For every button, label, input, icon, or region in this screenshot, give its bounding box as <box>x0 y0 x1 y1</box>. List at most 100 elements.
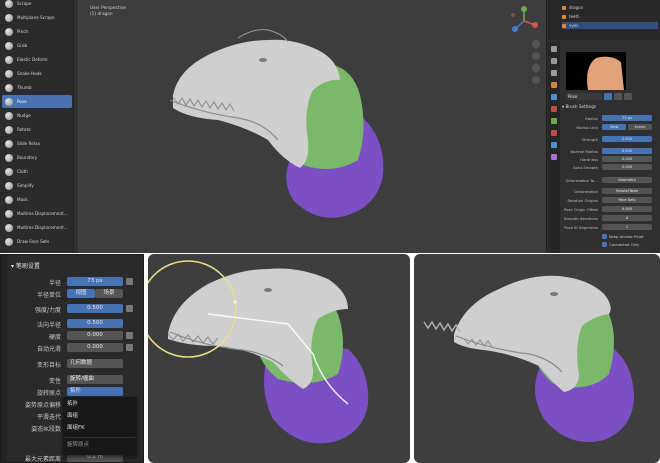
modifier-tab-icon[interactable] <box>551 94 557 100</box>
outliner-row[interactable]: teeth <box>562 13 658 20</box>
deformation-select[interactable]: 旋转/缠曲 <box>67 375 123 384</box>
menu-item-face-sets[interactable]: 面组 <box>63 411 133 422</box>
double-arrow-icon[interactable] <box>126 332 133 339</box>
prop-label: Deformation <box>574 189 598 194</box>
viewport-pose-result[interactable] <box>414 254 660 463</box>
section-header[interactable]: ▾ 笔刷设置 <box>11 261 40 270</box>
smooth-iterations-field[interactable]: 4 <box>602 215 652 221</box>
brush-item-nudge[interactable]: Nudge <box>2 109 72 122</box>
pose-origin-offset-field[interactable]: 0.000 <box>602 206 652 212</box>
pose-ik-segments-field[interactable]: 1 <box>602 224 652 230</box>
brush-item-slide-relax[interactable]: Slide Relax <box>2 137 72 150</box>
fake-user-icon[interactable] <box>604 93 612 100</box>
brush-name-field[interactable]: Pose <box>566 93 602 100</box>
menu-item-topology[interactable]: 拓扑 <box>63 399 133 410</box>
menu-item-face-sets-fk[interactable]: 面组FK <box>63 423 133 434</box>
view-toggle[interactable]: 视图 <box>67 289 95 298</box>
brush-item-boundary[interactable]: Boundary <box>2 151 72 164</box>
row-radius: 半径 73 px <box>5 277 141 287</box>
deformation-select[interactable]: Rotate/Twist <box>602 188 652 194</box>
viewport-pose-brush[interactable] <box>148 254 410 463</box>
brush-icon <box>5 27 13 36</box>
tool-tab-icon[interactable] <box>551 46 557 52</box>
scene-toggle[interactable]: Scene <box>628 124 652 130</box>
object-icon <box>562 5 566 10</box>
brush-tool-list: Scrape Multiplane Scrape Pinch Grab Elas… <box>0 0 74 253</box>
material-tab-icon[interactable] <box>551 130 557 136</box>
physics-tab-icon[interactable] <box>551 106 557 112</box>
normal-radius-field[interactable]: 0.500 <box>67 319 123 328</box>
brush-item-pose[interactable]: Pose <box>2 95 72 108</box>
outliner-row[interactable]: eyes <box>562 22 658 29</box>
row-label: 姿态IK段数 <box>31 426 61 433</box>
view-toggle[interactable]: View <box>602 124 626 130</box>
rotation-origins-select[interactable]: Face Sets <box>602 197 652 203</box>
brush-item-mask[interactable]: Mask <box>2 193 72 206</box>
normal-radius-field[interactable]: 0.500 <box>602 148 652 154</box>
brush-item-rotate[interactable]: Rotate <box>2 123 72 136</box>
brush-item-snake-hook[interactable]: Snake Hook <box>2 67 72 80</box>
radius-field[interactable]: 73 px <box>602 115 652 121</box>
texture-tab-icon[interactable] <box>551 154 557 160</box>
brush-preview[interactable] <box>566 52 626 90</box>
deformation-target-select[interactable]: Geometry <box>602 177 652 183</box>
section-title: Brush Settings <box>565 104 597 109</box>
grid-icon[interactable] <box>532 76 540 84</box>
pan-icon[interactable] <box>532 52 540 60</box>
brush-item-grab[interactable]: Grab <box>2 39 72 52</box>
section-header[interactable]: ▾ Brush Settings <box>562 103 658 111</box>
brush-item-draw-face-sets[interactable]: Draw Face Sets <box>2 235 72 248</box>
object-tab-icon[interactable] <box>551 82 557 88</box>
row-label: 硬度 <box>48 334 61 341</box>
brush-label: Draw Face Sets <box>17 239 50 244</box>
camera-icon[interactable] <box>532 64 540 72</box>
outliner-label: dragon <box>569 5 584 10</box>
brush-item-multires-1[interactable]: Multires Displacement... <box>2 207 72 220</box>
zoom-icon[interactable] <box>532 40 540 48</box>
pressure-icon[interactable] <box>126 278 133 285</box>
world-tab-icon[interactable] <box>551 142 557 148</box>
close-icon[interactable] <box>624 93 632 100</box>
brush-item-simplify[interactable]: Simplify <box>2 179 72 192</box>
prop-auto-smooth: Auto-Smooth 0.000 <box>562 164 658 171</box>
prop-label: Normal Radius <box>570 149 598 154</box>
viewport-caption: User Perspective (1) dragon <box>90 6 126 18</box>
duplicate-icon[interactable] <box>614 93 622 100</box>
brush-item-pinch[interactable]: Pinch <box>2 25 72 38</box>
keep-anchor-point-checkbox[interactable]: Keep Anchor Point <box>602 234 644 239</box>
scene-toggle[interactable]: 场景 <box>95 289 123 298</box>
brush-item-scrape[interactable]: Scrape <box>2 0 72 10</box>
brush-datablock-buttons <box>604 93 654 100</box>
navigation-gizmo[interactable] <box>508 5 540 37</box>
checkbox-label: Keep Anchor Point <box>609 234 644 239</box>
connected-only-checkbox[interactable]: Connected Only <box>602 242 639 247</box>
brush-item-multires-2[interactable]: Multires Displacement... <box>2 221 72 234</box>
deform-target-select[interactable]: 几何数据 <box>67 359 123 368</box>
3d-viewport[interactable] <box>78 0 546 253</box>
output-tab-icon[interactable] <box>551 70 557 76</box>
brush-label: Thumb <box>17 85 32 90</box>
prop-deformation-target: Deformation Ta... Geometry <box>562 177 658 184</box>
brush-item-cloth[interactable]: Cloth <box>2 165 72 178</box>
strength-field[interactable]: 0.500 <box>602 136 652 142</box>
row-rotation-origin: 旋转原点 拓扑 <box>5 387 141 397</box>
hardness-field[interactable]: 0.000 <box>67 331 123 340</box>
brush-label: Rotate <box>17 127 31 132</box>
strength-field[interactable]: 0.500 <box>67 304 123 313</box>
auto-smooth-field[interactable]: 0.000 <box>602 164 652 170</box>
render-tab-icon[interactable] <box>551 58 557 64</box>
pressure-icon[interactable] <box>126 344 133 351</box>
brush-item-elastic-deform[interactable]: Elastic Deform <box>2 53 72 66</box>
pressure-icon[interactable] <box>126 305 133 312</box>
data-tab-icon[interactable] <box>551 118 557 124</box>
auto-smooth-field[interactable]: 0.000 <box>67 343 123 352</box>
outliner-row[interactable]: dragon <box>562 4 658 11</box>
brush-label: Pinch <box>17 29 29 34</box>
row-label: 半径 <box>48 280 61 287</box>
radius-field[interactable]: 73 px <box>67 277 123 286</box>
hardness-field[interactable]: 0.000 <box>602 156 652 162</box>
brush-item-multiplane-scrape[interactable]: Multiplane Scrape <box>2 11 72 24</box>
rotation-origin-select[interactable]: 拓扑 <box>67 387 123 396</box>
brush-item-thumb[interactable]: Thumb <box>2 81 72 94</box>
section-title: 笔刷设置 <box>15 263 40 270</box>
